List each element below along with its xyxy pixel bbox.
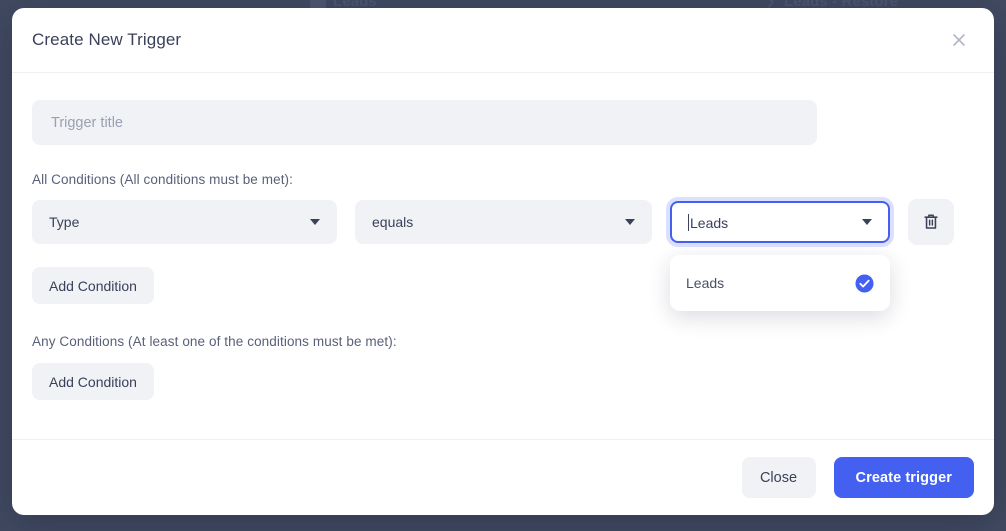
add-condition-all-button[interactable]: Add Condition bbox=[32, 267, 154, 304]
background-chevron-icon: ❯ bbox=[766, 0, 776, 8]
condition-field-value: Type bbox=[49, 214, 80, 230]
modal-header: Create New Trigger bbox=[12, 8, 994, 73]
chevron-down-icon bbox=[862, 219, 872, 225]
condition-value-select-wrapper: Leads Leads bbox=[670, 201, 890, 311]
trash-icon bbox=[924, 214, 938, 229]
modal-body: All Conditions (All conditions must be m… bbox=[12, 73, 994, 439]
page-title: Create New Trigger bbox=[32, 30, 182, 49]
create-trigger-modal: Create New Trigger All Conditions (All c… bbox=[12, 8, 994, 515]
chevron-down-icon bbox=[310, 219, 320, 225]
close-modal-button[interactable]: Close bbox=[741, 457, 816, 498]
close-button[interactable] bbox=[944, 25, 974, 55]
add-condition-any-button[interactable]: Add Condition bbox=[32, 363, 154, 400]
check-circle-icon bbox=[855, 273, 874, 293]
text-caret bbox=[688, 213, 689, 231]
condition-value-text: Leads bbox=[688, 213, 854, 231]
any-conditions-label: Any Conditions (At least one of the cond… bbox=[32, 334, 397, 349]
condition-operator-value: equals bbox=[372, 214, 414, 230]
close-icon bbox=[953, 34, 965, 46]
condition-operator-select[interactable]: equals bbox=[355, 200, 652, 244]
all-conditions-label: All Conditions (All conditions must be m… bbox=[32, 172, 294, 187]
dropdown-option-label: Leads bbox=[686, 275, 725, 291]
modal-footer: Close Create trigger bbox=[12, 439, 994, 515]
condition-value-label: Leads bbox=[690, 214, 729, 231]
condition-value-select[interactable]: Leads bbox=[670, 201, 890, 243]
delete-condition-button[interactable] bbox=[908, 199, 954, 245]
condition-row: Type equals Leads Leads bbox=[32, 199, 974, 311]
condition-field-select[interactable]: Type bbox=[32, 200, 337, 244]
condition-value-dropdown-menu: Leads bbox=[670, 255, 890, 311]
trigger-title-input[interactable] bbox=[32, 100, 817, 145]
chevron-down-icon bbox=[625, 219, 635, 225]
dropdown-option-leads[interactable]: Leads bbox=[670, 263, 890, 303]
create-trigger-button[interactable]: Create trigger bbox=[833, 457, 974, 498]
